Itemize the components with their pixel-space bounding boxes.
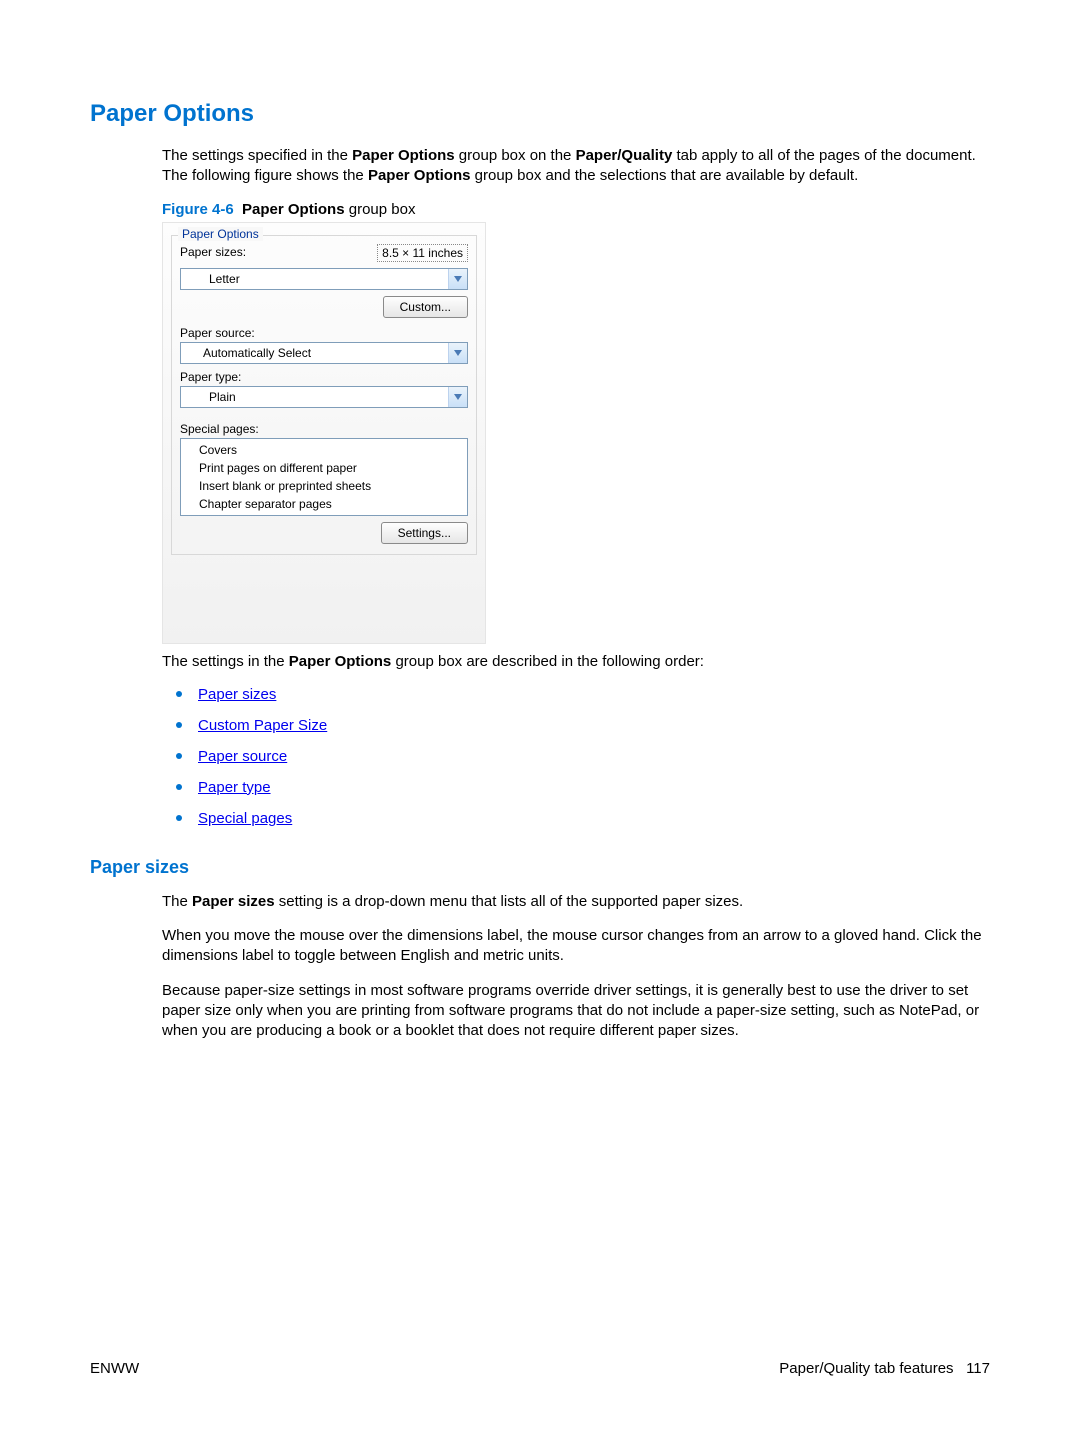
paper-source-label: Paper source: xyxy=(180,326,468,340)
paper-source-select[interactable]: Automatically Select xyxy=(180,342,468,364)
paper-type-value: Plain xyxy=(181,390,448,404)
special-pages-list[interactable]: Covers Print pages on different paper In… xyxy=(180,438,468,516)
figure-title-rest: group box xyxy=(345,201,416,218)
paper-sizes-p1: The Paper sizes setting is a drop-down m… xyxy=(162,892,990,912)
intro-bold3: Paper Options xyxy=(368,167,471,184)
figure-caption: Figure 4-6 Paper Options group box xyxy=(162,201,990,218)
custom-button[interactable]: Custom... xyxy=(383,296,468,318)
list-item: Paper type xyxy=(198,779,990,796)
groupbox-legend: Paper Options xyxy=(178,227,263,241)
after-fig-text: The settings in the xyxy=(162,653,289,670)
settings-button[interactable]: Settings... xyxy=(381,522,468,544)
intro-paragraph: The settings specified in the Paper Opti… xyxy=(162,146,990,187)
link-paper-source[interactable]: Paper source xyxy=(198,748,287,765)
page-title: Paper Options xyxy=(90,100,990,128)
after-fig-bold: Paper Options xyxy=(289,653,392,670)
intro-text: The settings specified in the xyxy=(162,147,352,164)
list-item: Special pages xyxy=(198,810,990,827)
list-item[interactable]: Covers xyxy=(181,441,467,459)
link-paper-sizes[interactable]: Paper sizes xyxy=(198,686,276,703)
paper-sizes-p2: When you move the mouse over the dimensi… xyxy=(162,926,990,967)
after-fig-text: group box are described in the following… xyxy=(391,653,704,670)
chevron-down-icon xyxy=(448,343,467,363)
link-custom-paper-size[interactable]: Custom Paper Size xyxy=(198,717,327,734)
paper-source-value: Automatically Select xyxy=(181,346,448,360)
intro-text: group box and the selections that are av… xyxy=(470,167,858,184)
p1-bold: Paper sizes xyxy=(192,893,275,910)
footer-right: Paper/Quality tab features 117 xyxy=(779,1360,990,1377)
paper-sizes-label: Paper sizes: xyxy=(180,245,246,259)
paper-type-select[interactable]: Plain xyxy=(180,386,468,408)
paper-type-label: Paper type: xyxy=(180,370,468,384)
chevron-down-icon xyxy=(448,387,467,407)
list-item[interactable]: Print pages on different paper xyxy=(181,459,467,477)
paper-options-groupbox: Paper Options Paper sizes: 8.5 × 11 inch… xyxy=(162,222,486,644)
figure-title-bold: Paper Options xyxy=(242,201,345,218)
list-item[interactable]: Chapter separator pages xyxy=(181,495,467,513)
paper-sizes-value: Letter xyxy=(181,272,448,286)
list-item[interactable]: Insert blank or preprinted sheets xyxy=(181,477,467,495)
section-heading-paper-sizes: Paper sizes xyxy=(90,857,990,878)
after-figure-paragraph: The settings in the Paper Options group … xyxy=(162,652,990,672)
p1-text: The xyxy=(162,893,192,910)
list-item: Paper source xyxy=(198,748,990,765)
intro-bold2: Paper/Quality xyxy=(576,147,673,164)
footer-page-number: 117 xyxy=(966,1360,990,1377)
intro-text: group box on the xyxy=(455,147,576,164)
topics-list: Paper sizes Custom Paper Size Paper sour… xyxy=(162,686,990,827)
footer-left: ENWW xyxy=(90,1360,139,1377)
dimensions-toggle[interactable]: 8.5 × 11 inches xyxy=(377,244,468,262)
link-paper-type[interactable]: Paper type xyxy=(198,779,271,796)
footer-section: Paper/Quality tab features xyxy=(779,1360,953,1377)
link-special-pages[interactable]: Special pages xyxy=(198,810,292,827)
chevron-down-icon xyxy=(448,269,467,289)
figure-number: Figure 4-6 xyxy=(162,201,234,218)
list-item: Custom Paper Size xyxy=(198,717,990,734)
p1-text: setting is a drop-down menu that lists a… xyxy=(275,893,744,910)
intro-bold1: Paper Options xyxy=(352,147,455,164)
paper-sizes-select[interactable]: Letter xyxy=(180,268,468,290)
list-item: Paper sizes xyxy=(198,686,990,703)
paper-sizes-p3: Because paper-size settings in most soft… xyxy=(162,981,990,1042)
special-pages-label: Special pages: xyxy=(180,422,468,436)
